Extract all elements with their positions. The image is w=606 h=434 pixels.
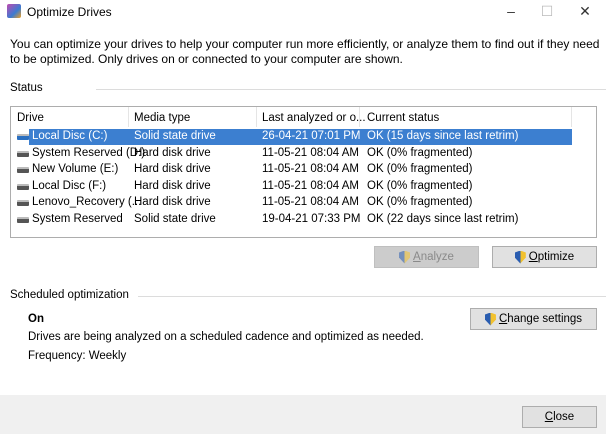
optimize-accesskey: O	[528, 251, 538, 263]
column-separator[interactable]	[256, 107, 257, 127]
scheduled-section-label: Scheduled optimization	[10, 289, 129, 301]
optimize-drives-app-icon	[7, 4, 21, 18]
drive-row[interactable]: Local Disc (F:) Hard disk drive 11-05-21 0…	[17, 179, 572, 195]
last-analyzed: 19-04-21 07:33 PM	[262, 212, 361, 225]
column-header-current-status[interactable]: Current status	[367, 112, 439, 124]
current-status: OK (0% fragmented)	[367, 179, 473, 192]
status-section-label: Status	[10, 82, 43, 94]
last-analyzed: 26-04-21 07:01 PM	[262, 130, 361, 142]
column-separator[interactable]	[359, 107, 360, 127]
schedule-state: On	[28, 313, 44, 325]
current-status: OK (0% fragmented)	[367, 196, 473, 208]
column-separator[interactable]	[571, 107, 572, 127]
last-analyzed: 11-05-21 08:04 AM	[262, 146, 359, 159]
change-settings-label: hange settings	[507, 313, 583, 325]
last-analyzed: 11-05-21 08:04 AM	[262, 163, 359, 175]
schedule-description: Drives are being analyzed on a scheduled…	[28, 331, 424, 343]
close-window-button[interactable]: ✕	[562, 0, 606, 22]
current-status: OK (15 days since last retrim)	[367, 130, 519, 142]
current-status: OK (0% fragmented)	[367, 163, 473, 175]
column-header-media-type[interactable]: Media type	[134, 112, 190, 124]
drive-name: Lenovo_Recovery (...	[32, 196, 142, 208]
current-status: OK (22 days since last retrim)	[367, 212, 519, 225]
drive-row[interactable]: Local Disc (C:) Solid state drive 26-04-21…	[17, 129, 572, 145]
schedule-frequency: Frequency: Weekly	[28, 350, 127, 362]
column-header-drive[interactable]: Drive	[17, 112, 44, 124]
uac-shield-icon	[399, 250, 411, 264]
column-separator[interactable]	[128, 107, 129, 127]
drive-name: New Volume (E:)	[32, 163, 119, 175]
close-button[interactable]: Close	[522, 406, 597, 428]
title-bar: Optimize Drives – ☐ ✕	[0, 0, 606, 24]
optimize-button[interactable]: Optimize	[492, 246, 597, 268]
scheduled-divider	[138, 296, 606, 297]
drive-icon	[17, 167, 29, 173]
description-text: You can optimize your drives to help you…	[10, 37, 600, 66]
media-type: Solid state drive	[134, 212, 216, 225]
optimize-label: ptimize	[537, 251, 575, 263]
media-type: Solid state drive	[134, 130, 216, 142]
drive-icon	[17, 183, 29, 190]
change-accesskey: C	[498, 313, 508, 325]
change-settings-button[interactable]: Change settings	[470, 308, 597, 330]
analyze-button[interactable]: Analyze	[374, 246, 479, 268]
close-label: lose	[553, 411, 575, 423]
drive-row[interactable]: System Reserved Solid state drive 19-04-21…	[17, 212, 572, 228]
close-accesskey: C	[544, 411, 554, 423]
drives-list[interactable]: Drive Media type Last analyzed or o... C…	[10, 106, 597, 238]
drive-row[interactable]: Lenovo_Recovery (... Hard disk drive 11-05…	[17, 195, 572, 211]
analyze-accesskey: A	[413, 251, 421, 263]
drive-name: Local Disc (F:)	[32, 179, 107, 192]
current-status: OK (0% fragmented)	[367, 146, 473, 159]
media-type: Hard disk drive	[134, 179, 211, 192]
media-type: Hard disk drive	[134, 146, 211, 159]
last-analyzed: 11-05-21 08:04 AM	[262, 179, 359, 192]
uac-shield-icon	[514, 250, 526, 264]
last-analyzed: 11-05-21 08:04 AM	[262, 196, 359, 208]
status-divider	[96, 89, 606, 90]
window-title: Optimize Drives	[27, 5, 112, 19]
drive-row[interactable]: System Reserved (D:) Hard disk drive 11-05…	[17, 146, 572, 162]
analyze-label: nalyze	[420, 251, 454, 263]
footer-bar	[0, 395, 606, 434]
media-type: Hard disk drive	[134, 163, 211, 175]
drive-icon	[17, 150, 29, 157]
drive-name: System Reserved	[32, 212, 123, 225]
column-header-last-analyzed[interactable]: Last analyzed or o...	[262, 112, 366, 124]
drive-icon	[17, 134, 29, 140]
drive-icon	[17, 216, 29, 223]
drive-icon	[17, 200, 29, 206]
uac-shield-icon	[484, 312, 496, 326]
drive-row[interactable]: New Volume (E:) Hard disk drive 11-05-21 0…	[17, 162, 572, 178]
media-type: Hard disk drive	[134, 196, 211, 208]
drive-name: Local Disc (C:)	[32, 130, 108, 142]
drive-name: System Reserved (D:)	[32, 146, 146, 159]
